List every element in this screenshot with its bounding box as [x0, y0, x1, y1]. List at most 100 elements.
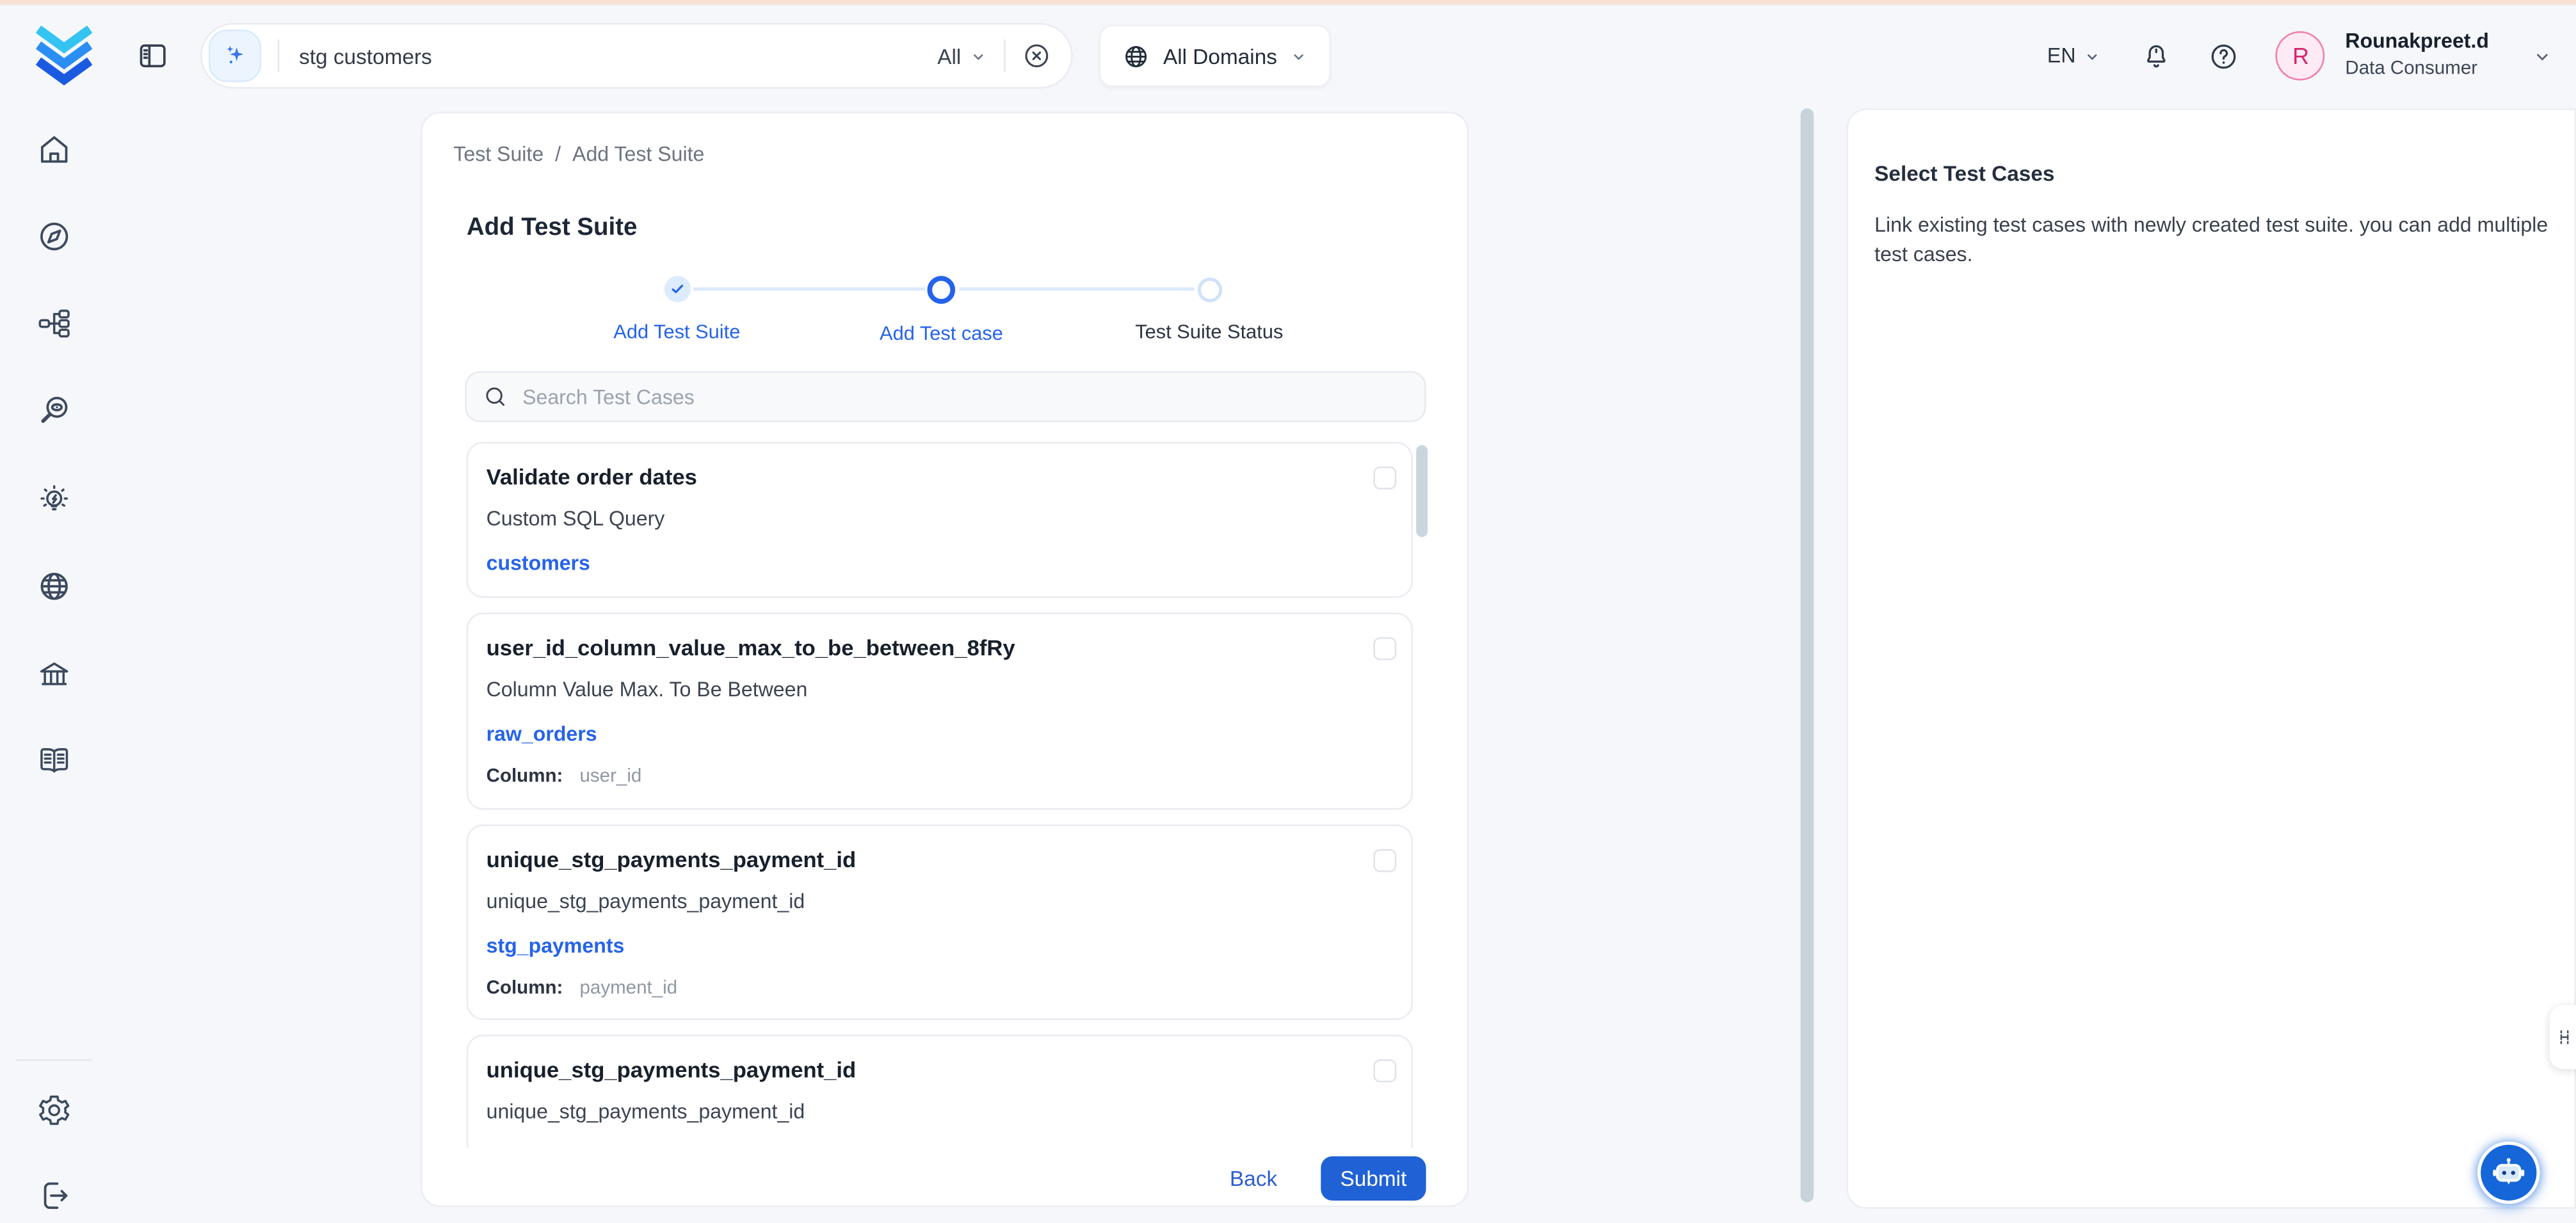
- test-case-table-link[interactable]: customers: [487, 552, 590, 576]
- logout-icon: [36, 1178, 72, 1213]
- column-value: user_id: [580, 767, 642, 787]
- app-root: All All Domains EN: [0, 0, 2576, 1223]
- test-case-column-row: Column: payment_id: [487, 977, 1330, 1000]
- back-button[interactable]: Back: [1212, 1166, 1294, 1190]
- help-button[interactable]: [2209, 40, 2240, 72]
- right-panel-title: Select Test Cases: [1874, 161, 2054, 185]
- chatbot-button[interactable]: [2477, 1142, 2540, 1204]
- test-case-card[interactable]: unique_stg_payments_payment_id unique_st…: [467, 1035, 1413, 1148]
- x-circle-icon: [1022, 41, 1051, 70]
- global-search-bar[interactable]: All: [200, 23, 1073, 89]
- test-case-type: unique_stg_payments_payment_id: [487, 890, 1330, 915]
- breadcrumb-test-suite[interactable]: Test Suite: [453, 143, 543, 166]
- domains-globe-icon: [36, 568, 72, 604]
- global-search-input[interactable]: [296, 42, 937, 70]
- test-case-card[interactable]: Validate order dates Custom SQL Query cu…: [467, 442, 1413, 598]
- step-completed-check-icon: [664, 276, 690, 302]
- panel-toggle-icon: [136, 40, 169, 72]
- column-value: payment_id: [580, 979, 678, 999]
- app-logo[interactable]: [36, 24, 92, 87]
- sidebar-item-glossary[interactable]: [36, 742, 72, 778]
- step-label: Add Test case: [880, 322, 1003, 345]
- governance-bank-icon: [36, 657, 72, 693]
- search-icon: [483, 385, 508, 409]
- submit-button[interactable]: Submit: [1321, 1156, 1426, 1201]
- chevron-down-icon: [2532, 45, 2553, 67]
- language-label: EN: [2047, 44, 2076, 67]
- step-add-test-case[interactable]: Add Test case: [880, 276, 1003, 345]
- ai-search-chip[interactable]: [209, 29, 261, 82]
- test-case-title: unique_stg_payments_payment_id: [487, 1058, 1330, 1084]
- robot-icon: [2487, 1151, 2530, 1194]
- breadcrumb-add-test-suite[interactable]: Add Test Suite: [572, 143, 704, 166]
- divider: [1004, 40, 1006, 72]
- test-case-card[interactable]: user_id_column_value_max_to_be_between_8…: [467, 612, 1413, 810]
- test-case-search[interactable]: [465, 371, 1426, 422]
- test-case-checkbox[interactable]: [1373, 637, 1396, 660]
- sidebar-item-observability[interactable]: [36, 392, 72, 428]
- observability-lens-icon: [36, 392, 72, 428]
- sidebar-item-settings[interactable]: [36, 1092, 72, 1128]
- sidebar-divider: [17, 1059, 92, 1061]
- search-scope-label: All: [937, 44, 961, 68]
- breadcrumb-separator: /: [555, 143, 561, 166]
- logo-layers-icon: [36, 24, 92, 87]
- test-case-title: user_id_column_value_max_to_be_between_8…: [487, 635, 1330, 662]
- home-icon: [36, 131, 72, 167]
- domains-filter-button[interactable]: All Domains: [1099, 24, 1332, 87]
- test-case-search-input[interactable]: [519, 383, 1408, 410]
- step-test-suite-status[interactable]: Test Suite Status: [1135, 276, 1283, 343]
- sidebar-item-logout[interactable]: [36, 1178, 72, 1213]
- explore-compass-icon: [36, 218, 72, 254]
- stepper: Add Test Suite Add Test case Test Suite …: [423, 276, 1470, 351]
- test-case-checkbox[interactable]: [1373, 1059, 1396, 1082]
- drag-handle-icon: [2555, 1021, 2575, 1053]
- domains-filter-label: All Domains: [1163, 44, 1277, 68]
- search-clear-button[interactable]: [1022, 41, 1051, 70]
- chevron-down-icon: [969, 47, 987, 65]
- column-label: Column:: [487, 979, 563, 999]
- notifications-button[interactable]: [2141, 40, 2173, 72]
- test-case-table-link[interactable]: raw_orders: [487, 723, 597, 747]
- glossary-book-icon: [36, 742, 72, 778]
- test-case-type: unique_stg_payments_payment_id: [487, 1100, 1330, 1124]
- sidebar-item-governance[interactable]: [36, 657, 72, 693]
- step-upcoming-dot: [1197, 278, 1221, 302]
- insights-bulb-icon: [36, 481, 72, 517]
- help-circle-icon: [2209, 40, 2240, 72]
- breadcrumb: Test Suite / Add Test Suite: [453, 143, 704, 166]
- bell-icon: [2141, 40, 2173, 72]
- sidebar-toggle-button[interactable]: [131, 35, 174, 77]
- vertical-scrollbar-thumb[interactable]: [1801, 108, 1814, 1202]
- step-label: Test Suite Status: [1135, 320, 1283, 343]
- collapse-panel-handle[interactable]: [2550, 1005, 2576, 1069]
- test-case-card[interactable]: unique_stg_payments_payment_id unique_st…: [467, 824, 1413, 1019]
- language-selector[interactable]: EN: [2047, 44, 2102, 67]
- user-menu[interactable]: R Rounakpreet.d Data Consumer: [2276, 29, 2553, 82]
- step-add-test-suite[interactable]: Add Test Suite: [613, 276, 740, 343]
- add-test-suite-panel: Test Suite / Add Test Suite Add Test Sui…: [421, 112, 1469, 1208]
- list-scrollbar-thumb[interactable]: [1416, 445, 1428, 537]
- user-name: Rounakpreet.d: [2345, 29, 2489, 54]
- lineage-flow-icon: [36, 305, 72, 341]
- test-case-checkbox[interactable]: [1373, 849, 1396, 872]
- step-label: Add Test Suite: [613, 320, 740, 343]
- test-case-title: unique_stg_payments_payment_id: [487, 847, 1330, 874]
- sidebar-item-home[interactable]: [36, 131, 72, 167]
- settings-gear-icon: [36, 1092, 72, 1128]
- sidebar-item-insights[interactable]: [36, 481, 72, 517]
- globe-icon: [1122, 42, 1150, 70]
- column-label: Column:: [487, 767, 563, 787]
- sidebar-item-domains[interactable]: [36, 568, 72, 604]
- search-scope-dropdown[interactable]: All: [937, 44, 987, 68]
- user-info: Rounakpreet.d Data Consumer: [2345, 29, 2489, 82]
- chevron-down-icon: [1290, 47, 1308, 65]
- divider: [278, 40, 280, 72]
- sidebar-item-lineage[interactable]: [36, 305, 72, 341]
- test-case-title: Validate order dates: [487, 465, 1330, 491]
- test-case-table-link[interactable]: stg_payments: [487, 934, 625, 959]
- test-case-checkbox[interactable]: [1373, 467, 1396, 490]
- chevron-down-icon: [2084, 47, 2102, 65]
- right-info-panel: Select Test Cases Link existing test cas…: [1847, 108, 2576, 1208]
- sidebar-item-explore[interactable]: [36, 218, 72, 254]
